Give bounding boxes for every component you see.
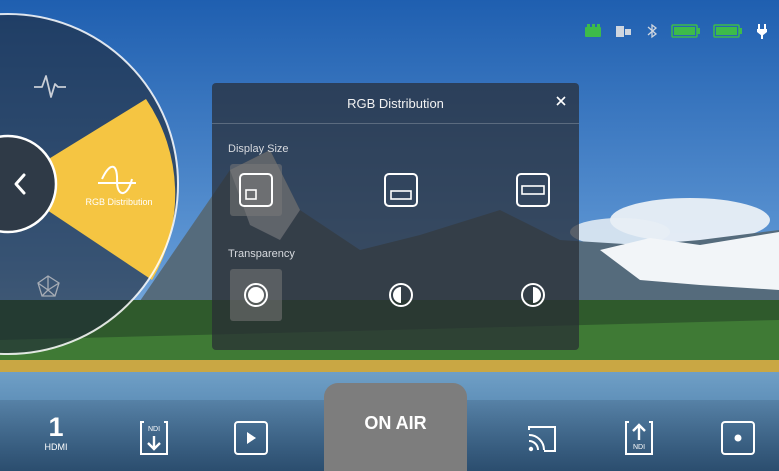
ndi-input-label: NDI xyxy=(148,426,160,433)
record-icon xyxy=(721,421,755,455)
transparency-half-icon xyxy=(389,283,413,307)
battery-2-icon xyxy=(713,24,742,38)
ndi-input-button[interactable]: NDI xyxy=(134,418,174,458)
menu-item-label: RGB Distribution xyxy=(85,197,152,207)
play-icon xyxy=(234,421,268,455)
power-plug-icon xyxy=(757,24,767,39)
transparency-half-option[interactable] xyxy=(375,269,427,321)
on-air-button[interactable]: ON AIR xyxy=(324,383,467,471)
transparency-opaque-option[interactable] xyxy=(230,269,282,321)
ndi-output-icon: NDI xyxy=(625,421,653,455)
close-icon xyxy=(556,96,566,106)
transparency-opaque-icon xyxy=(244,283,268,307)
display-size-large-option[interactable] xyxy=(507,164,559,216)
sd-card-icon xyxy=(616,26,631,37)
cast-button[interactable] xyxy=(522,418,562,458)
panel-title: RGB Distribution xyxy=(347,96,444,111)
close-button[interactable] xyxy=(551,91,571,111)
input-label: HDMI xyxy=(44,442,68,452)
size-small-icon xyxy=(239,173,273,207)
transparency-clear-option[interactable] xyxy=(507,269,559,321)
status-bar xyxy=(583,22,771,40)
display-size-medium-option[interactable] xyxy=(375,164,427,216)
size-large-icon xyxy=(516,173,550,207)
play-button[interactable] xyxy=(231,418,271,458)
divider xyxy=(212,123,579,124)
size-medium-icon xyxy=(384,173,418,207)
signal-icon xyxy=(585,24,601,37)
bluetooth-icon xyxy=(647,23,658,39)
on-air-label: ON AIR xyxy=(364,412,427,433)
cast-icon xyxy=(528,426,556,452)
transparency-label: Transparency xyxy=(228,248,295,260)
record-button[interactable] xyxy=(718,418,758,458)
transparency-clear-icon xyxy=(521,283,545,307)
rgb-distribution-panel: RGB Distribution Display Size Transparen… xyxy=(212,83,579,350)
ndi-output-button[interactable]: NDI xyxy=(619,418,659,458)
input-number: 1 xyxy=(48,412,64,442)
ndi-output-label: NDI xyxy=(633,444,645,451)
display-size-label: Display Size xyxy=(228,143,289,155)
display-size-small-option[interactable] xyxy=(230,164,282,216)
battery-1-icon xyxy=(671,24,700,38)
ndi-input-icon: NDI xyxy=(140,421,168,455)
input-source-button[interactable]: 1 HDMI xyxy=(38,412,74,453)
